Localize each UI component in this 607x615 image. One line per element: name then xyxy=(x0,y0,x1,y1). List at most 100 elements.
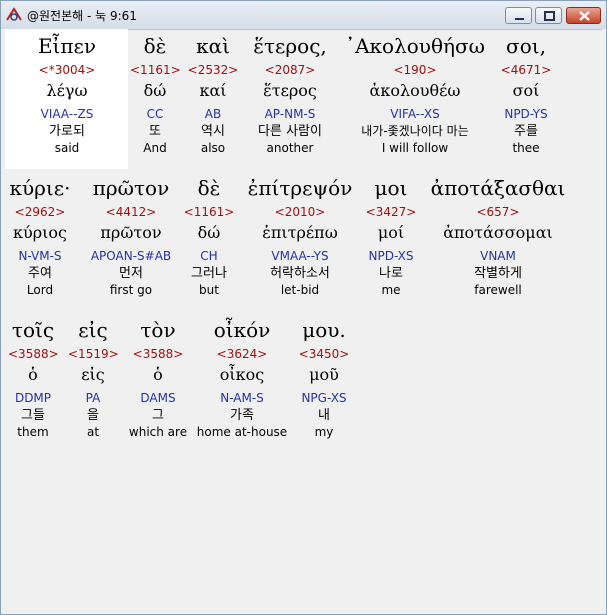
greek-word: δὲ xyxy=(197,176,221,200)
interlinear-word[interactable]: Εἶπεν <*3004> λέγω VIAA--ZS 가로되 said xyxy=(8,31,126,156)
interlinear-word[interactable]: κύριε· <2962> κύριος N-VM-S 주여 Lord xyxy=(8,173,72,298)
minimize-button[interactable] xyxy=(505,7,532,24)
close-button[interactable] xyxy=(566,7,601,24)
interlinear-word[interactable]: ἐπίτρεψόν <2010> ἐπιτρέπω VMAA--YS 허락하소서… xyxy=(242,173,358,298)
strong-number[interactable]: <*3004> xyxy=(8,63,126,78)
lemma: εἰς xyxy=(81,365,105,384)
lemma: ὁ xyxy=(153,365,163,384)
interlinear-word[interactable]: ἕτερος, <2087> ἕτερος AP-NM-S 다른 사람이 ano… xyxy=(244,31,336,156)
strong-number[interactable]: <657> xyxy=(424,205,572,220)
strong-number[interactable]: <1519> xyxy=(68,347,119,362)
korean-gloss: 허락하소서 xyxy=(270,266,330,281)
strong-number[interactable]: <2532> xyxy=(186,63,240,78)
interlinear-word[interactable]: τὸν <3588> ὁ DAMS 그 which are xyxy=(126,315,190,440)
lemma: πρῶτον xyxy=(100,223,162,242)
lemma: ἐπιτρέπω xyxy=(262,223,338,242)
greek-word: καὶ xyxy=(196,34,230,58)
title-bar[interactable]: @원전본해 - 눅 9:61 xyxy=(1,1,606,29)
english-gloss: my xyxy=(314,425,334,439)
greek-word: Εἶπεν xyxy=(37,34,97,58)
strong-number[interactable]: <4412> xyxy=(86,205,176,220)
greek-word: μοι xyxy=(374,176,408,200)
english-gloss: me xyxy=(381,283,401,297)
strong-number[interactable]: <2010> xyxy=(242,205,358,220)
lemma: ἕτερος xyxy=(263,81,317,100)
korean-gloss: 또 xyxy=(149,124,161,139)
lemma: σοί xyxy=(512,81,540,100)
strong-number[interactable]: <1161> xyxy=(182,205,236,220)
strong-number[interactable]: <3624> xyxy=(196,347,288,362)
parsing-code: VNAM xyxy=(480,249,516,263)
parsing-code: PA xyxy=(85,391,101,405)
korean-gloss: 주여 xyxy=(28,266,52,281)
greek-word: σοι, xyxy=(506,34,546,58)
interlinear-word[interactable]: ᾽Ακολουθήσω <190> ἀκολουθέω VIFA--XS 내가-… xyxy=(338,31,492,156)
strong-number[interactable]: <3588> xyxy=(8,347,59,362)
interlinear-word[interactable]: καὶ <2532> καί AB 역시 also xyxy=(186,31,240,156)
strong-number[interactable]: <3450> xyxy=(294,347,354,362)
english-gloss: farewell xyxy=(474,283,522,297)
lemma: δώ xyxy=(143,81,167,100)
strong-number[interactable]: <190> xyxy=(338,63,492,78)
interlinear-word[interactable]: τοῖς <3588> ὁ DDMP 그들 them xyxy=(8,315,59,440)
greek-word: εἰς xyxy=(78,318,108,342)
parsing-code: DAMS xyxy=(140,391,176,405)
english-gloss: home at-house xyxy=(196,425,288,439)
lemma: μοῦ xyxy=(309,365,339,384)
parsing-code: VIFA--XS xyxy=(390,107,440,121)
interlinear-word[interactable]: εἰς <1519> εἰς PA 을 at xyxy=(68,315,119,440)
greek-word: κύριε· xyxy=(9,176,71,200)
english-gloss: said xyxy=(54,141,80,155)
parsing-code: N-AM-S xyxy=(220,391,264,405)
korean-gloss: 그들 xyxy=(21,408,45,423)
strong-number[interactable]: <2087> xyxy=(244,63,336,78)
parsing-code: NPD-XS xyxy=(368,249,414,263)
greek-word: δὲ xyxy=(143,34,167,58)
greek-word: ἐπίτρεψόν xyxy=(247,176,353,200)
maximize-button[interactable] xyxy=(535,7,562,24)
parsing-code: VIAA--ZS xyxy=(40,107,94,121)
lemma: δώ xyxy=(197,223,221,242)
lemma: κύριος xyxy=(13,223,67,242)
lemma: μοί xyxy=(377,223,405,242)
english-gloss: which are xyxy=(128,425,188,439)
strong-number[interactable]: <2962> xyxy=(8,205,72,220)
greek-word: μου. xyxy=(302,318,346,342)
parsing-code: CH xyxy=(200,249,218,263)
strong-number[interactable]: <1161> xyxy=(130,63,181,78)
english-gloss: thee xyxy=(512,141,540,155)
english-gloss: first go xyxy=(109,283,153,297)
close-icon xyxy=(579,11,590,21)
korean-gloss: 내 xyxy=(318,408,330,423)
parsing-code: NPD-YS xyxy=(504,107,548,121)
interlinear-word[interactable]: δὲ <1161> δώ CC 또 And xyxy=(130,31,181,156)
strong-number[interactable]: <3427> xyxy=(362,205,420,220)
greek-word: ἀποτάξασθαι xyxy=(430,176,566,200)
parsing-code: N-VM-S xyxy=(18,249,62,263)
interlinear-word[interactable]: μου. <3450> μοῦ NPG-XS 내 my xyxy=(294,315,354,440)
korean-gloss: 나로 xyxy=(379,266,403,281)
parsing-code: VMAA--YS xyxy=(271,249,329,263)
strong-number[interactable]: <3588> xyxy=(126,347,190,362)
interlinear-word[interactable]: οἶκόν <3624> οἶκος N-AM-S 가족 home at-hou… xyxy=(196,315,288,440)
korean-gloss: 가족 xyxy=(230,408,254,423)
app-logo-icon xyxy=(6,7,22,21)
english-gloss: also xyxy=(200,141,226,155)
greek-word: ἕτερος, xyxy=(253,34,327,58)
korean-gloss: 그러나 xyxy=(191,266,227,281)
korean-gloss: 먼저 xyxy=(119,266,143,281)
greek-word: ᾽Ακολουθήσω xyxy=(345,34,485,58)
english-gloss: them xyxy=(17,425,49,439)
lemma: λέγω xyxy=(46,81,88,100)
interlinear-word[interactable]: σοι, <4671> σοί NPD-YS 주를 thee xyxy=(496,31,556,156)
greek-word: οἶκόν xyxy=(213,318,271,342)
english-gloss: And xyxy=(143,141,167,155)
interlinear-word[interactable]: δὲ <1161> δώ CH 그러나 but xyxy=(182,173,236,298)
strong-number[interactable]: <4671> xyxy=(496,63,556,78)
minimize-icon xyxy=(515,18,524,20)
interlinear-word[interactable]: ἀποτάξασθαι <657> ἀποτάσσομαι VNAM 작별하게 … xyxy=(424,173,572,298)
korean-gloss: 역시 xyxy=(201,124,225,139)
english-gloss: let-bid xyxy=(280,283,320,297)
interlinear-word[interactable]: μοι <3427> μοί NPD-XS 나로 me xyxy=(362,173,420,298)
interlinear-word[interactable]: πρῶτον <4412> πρῶτον APOAN-S#AB 먼저 first… xyxy=(86,173,176,298)
